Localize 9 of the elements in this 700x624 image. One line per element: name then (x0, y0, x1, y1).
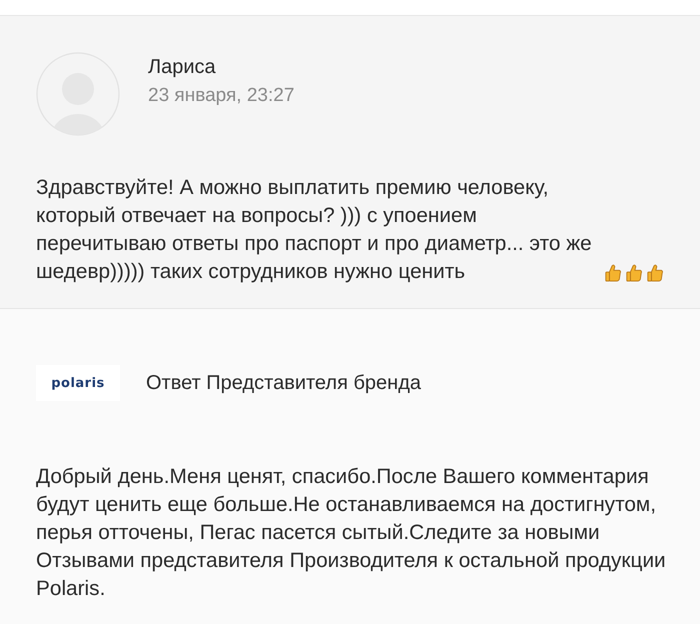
thumbs-up-icon (646, 263, 664, 283)
thumbs-up-icon (604, 263, 622, 283)
thumbs-up-icon (625, 263, 643, 283)
comment-date: 23 января, 23:27 (148, 85, 294, 107)
author-name: Лариса (148, 56, 217, 79)
reply-text: Добрый день.Меня ценят, спасибо.После Вашего комментария будут ценить еще больше.Не останавливаемся на достигнутом, перья отточены, Пегас пасется сытый.Следите за новыми Отзывами представителя Производителя к остальной продукции Polaris. (36, 464, 666, 602)
reply-author: Ответ Представителя бренда (146, 372, 421, 394)
brand-logo: polaris (36, 365, 120, 401)
comment-text: Здравствуйте! А можно выплатить премию человеку, который отвечает на вопросы? ))) с упоением перечитываю ответы про паспорт и про диаметр... это же шедевр))))) таких сотрудников нужно ценить (36, 175, 593, 285)
